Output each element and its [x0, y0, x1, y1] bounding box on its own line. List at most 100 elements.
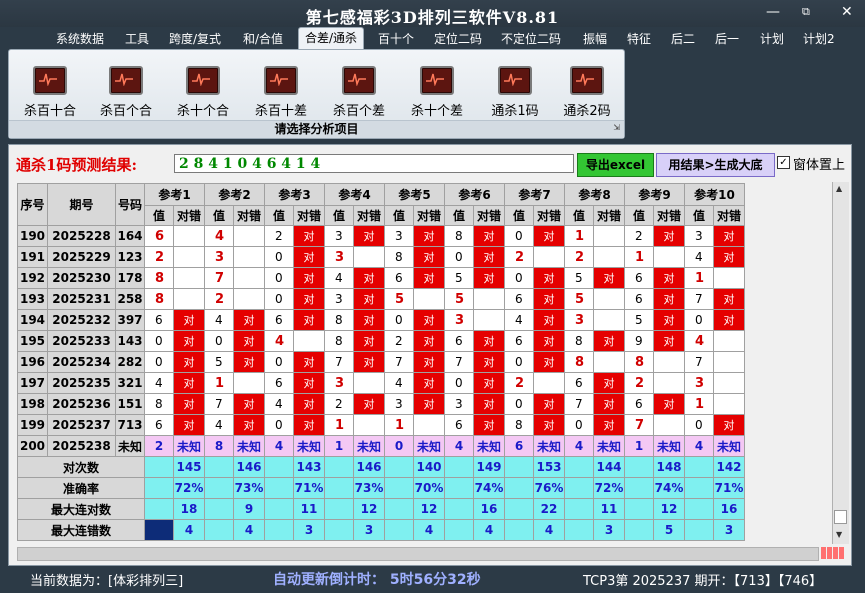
generate-base-button[interactable]: 用结果>生成大底 — [656, 153, 775, 177]
table-row[interactable]: 191 2025229 123 2 3 0 对 3 8 对 0 对 2 2 1 4 对 — [17, 246, 745, 268]
value-cell: 0 — [684, 309, 714, 331]
hit-cell — [533, 372, 565, 394]
close-icon[interactable]: ✕ — [841, 4, 853, 20]
value-cell: 8 — [624, 351, 654, 373]
value-cell: 8 — [444, 225, 474, 247]
minimize-icon[interactable]: — — [766, 4, 780, 20]
ribbon-button-4[interactable]: 杀百十差 — [249, 66, 313, 119]
header-ref[interactable]: 参考4 — [324, 183, 385, 206]
header-number[interactable]: 号码 — [115, 183, 145, 226]
row-period: 2025234 — [47, 351, 116, 373]
hit-cell: 对 — [413, 393, 445, 415]
scroll-thumb[interactable] — [834, 510, 847, 524]
ribbon-button-7[interactable]: 通杀1码 — [483, 66, 547, 119]
table-row[interactable]: 195 2025233 143 0 对 0 对 4 8 对 2 对 6 对 6 对 8 对 9 对 4 — [17, 330, 745, 352]
header-ref[interactable]: 参考9 — [624, 183, 685, 206]
menu-sum[interactable]: 和/合值 — [243, 30, 283, 47]
maximize-icon[interactable]: ⧉ — [802, 4, 810, 20]
row-number: 123 — [115, 246, 145, 268]
horizontal-scrollbar[interactable] — [17, 547, 819, 561]
menu-system-data[interactable]: 系统数据 — [56, 30, 104, 47]
menu-unfixed-two[interactable]: 不定位二码 — [501, 30, 561, 47]
summary-spacer — [264, 456, 294, 478]
hit-cell — [173, 288, 205, 310]
hit-cell — [593, 288, 625, 310]
header-ref[interactable]: 参考3 — [264, 183, 325, 206]
ribbon-button-6[interactable]: 杀十个差 — [405, 66, 469, 119]
menu-feature[interactable]: 特征 — [627, 30, 651, 47]
hit-cell: 对 — [473, 330, 505, 352]
table-row[interactable]: 194 2025232 397 6 对 4 对 6 对 8 对 0 对 3 4 对 3 5 对 0 对 — [17, 309, 745, 331]
hit-cell: 对 — [593, 393, 625, 415]
ribbon-button-8[interactable]: 通杀2码 — [555, 66, 619, 119]
header-period[interactable]: 期号 — [47, 183, 116, 226]
value-cell: 1 — [564, 225, 594, 247]
hit-cell: 对 — [653, 225, 685, 247]
header-ref[interactable]: 参考1 — [144, 183, 205, 206]
header-seq[interactable]: 序号 — [17, 183, 48, 226]
value-cell: 6 — [624, 267, 654, 289]
menu-tools[interactable]: 工具 — [125, 30, 149, 47]
row-period: 2025238 — [47, 435, 116, 457]
summary-spacer — [144, 519, 174, 541]
summary-label: 准确率 — [17, 477, 145, 499]
value-cell: 3 — [204, 246, 234, 268]
summary-value: 149 — [473, 456, 505, 478]
value-cell: 2 — [264, 225, 294, 247]
header-ref[interactable]: 参考8 — [564, 183, 625, 206]
expand-icon[interactable]: ⇲ — [613, 119, 620, 136]
menu-last-two[interactable]: 后二 — [671, 30, 695, 47]
topmost-checkbox[interactable]: ✓ — [777, 156, 790, 169]
menu-span[interactable]: 跨度/复式 — [169, 30, 221, 47]
ribbon-button-3[interactable]: 杀十个合 — [171, 66, 235, 119]
hit-cell: 未知 — [173, 435, 205, 457]
hit-cell: 对 — [353, 288, 385, 310]
hit-cell — [293, 330, 325, 352]
summary-value: 5 — [653, 519, 685, 541]
menu-plan[interactable]: 计划 — [760, 30, 784, 47]
header-ref[interactable]: 参考6 — [444, 183, 505, 206]
summary-spacer — [324, 498, 354, 520]
ribbon-footer: 请选择分析项目 ⇲ — [9, 120, 624, 138]
header-ref[interactable]: 参考2 — [204, 183, 265, 206]
value-cell: 1 — [624, 246, 654, 268]
hit-cell: 对 — [293, 372, 325, 394]
menu-last-one[interactable]: 后一 — [715, 30, 739, 47]
menu-sum-diff-kill[interactable]: 合差/通杀 — [298, 27, 365, 49]
summary-value: 70% — [413, 477, 445, 499]
ribbon-button-2[interactable]: 杀百个合 — [94, 66, 158, 119]
value-cell: 2 — [504, 246, 534, 268]
value-cell: 7 — [204, 267, 234, 289]
table-row[interactable]: 196 2025234 282 0 对 5 对 0 对 7 对 7 对 7 对 0 对 8 8 7 — [17, 351, 745, 373]
table-row[interactable]: 190 2025228 164 6 4 2 对 3 对 3 对 8 对 0 对 1 2 对 3 对 — [17, 225, 745, 247]
table-row[interactable]: 200 2025238 未知 2 未知 8 未知 4 未知 1 未知 0 未知 4 未知 6 未知 4 未知 1 未知 4… — [17, 435, 745, 457]
resize-grip[interactable] — [821, 547, 847, 559]
hit-cell: 对 — [413, 372, 445, 394]
hit-cell: 对 — [413, 225, 445, 247]
summary-value: 16 — [473, 498, 505, 520]
summary-spacer — [384, 477, 414, 499]
table-row[interactable]: 192 2025230 178 8 7 0 对 4 对 6 对 5 对 0 对 5 对 6 对 1 — [17, 267, 745, 289]
menu-fixed-two[interactable]: 定位二码 — [434, 30, 482, 47]
summary-label: 最大连错数 — [17, 519, 145, 541]
ribbon-button-5[interactable]: 杀百个差 — [327, 66, 391, 119]
header-ref[interactable]: 参考7 — [504, 183, 565, 206]
scroll-up-icon[interactable]: ▲ — [836, 184, 842, 193]
value-cell: 6 — [144, 225, 174, 247]
menu-amplitude[interactable]: 振幅 — [583, 30, 607, 47]
table-row[interactable]: 198 2025236 151 8 对 7 对 4 对 2 对 3 对 3 对 0 对 7 对 6 对 1 — [17, 393, 745, 415]
scroll-down-icon[interactable]: ▼ — [836, 530, 842, 539]
table-row[interactable]: 199 2025237 713 6 对 4 对 0 对 1 1 6 对 8 对 0 对 7 0 对 — [17, 414, 745, 436]
header-ref[interactable]: 参考10 — [684, 183, 745, 206]
menu-plan2[interactable]: 计划2 — [803, 30, 835, 47]
header-ref[interactable]: 参考5 — [384, 183, 445, 206]
menu-digits[interactable]: 百十个 — [378, 30, 414, 47]
vertical-scrollbar[interactable]: ▲ ▼ — [832, 182, 849, 544]
ribbon-button-1[interactable]: 杀百十合 — [18, 66, 82, 119]
table-row[interactable]: 193 2025231 258 8 2 0 对 3 对 5 5 6 对 5 6 对 7 对 — [17, 288, 745, 310]
table-row[interactable]: 197 2025235 321 4 对 1 6 对 3 4 对 0 对 2 6 对 2 3 — [17, 372, 745, 394]
export-excel-button[interactable]: 导出excel — [577, 153, 654, 177]
prediction-field[interactable]: 2 8 4 1 0 4 6 4 1 4 — [174, 154, 574, 173]
hit-cell: 对 — [473, 351, 505, 373]
value-cell: 4 — [684, 246, 714, 268]
